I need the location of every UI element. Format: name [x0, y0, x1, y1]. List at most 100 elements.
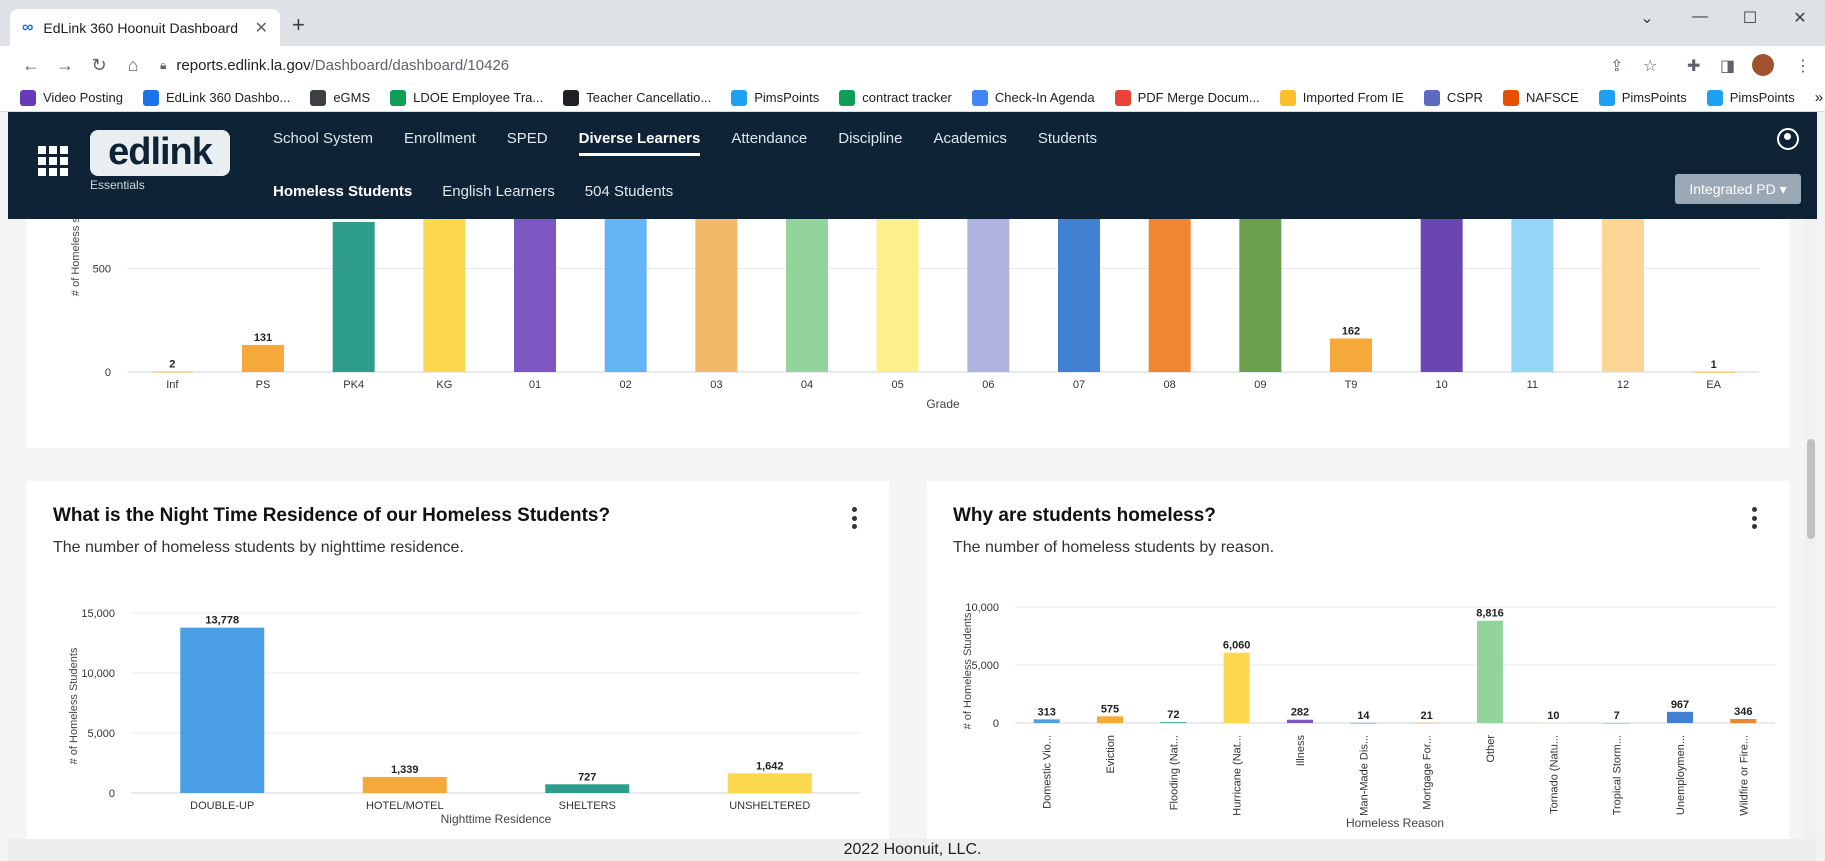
main-nav-discipline[interactable]: Discipline [838, 130, 902, 156]
data-label: 8,816 [1476, 608, 1504, 620]
edlink-favicon-icon: ∞ [22, 18, 34, 36]
maximize-button[interactable]: ☐ [1735, 8, 1765, 28]
x-tick-label: 01 [529, 379, 541, 391]
app-header: edlink Essentials School System Enrollmen… [8, 112, 1817, 219]
x-tick-label: Other [1485, 735, 1497, 763]
side-panel-icon[interactable]: ◨ [1720, 56, 1735, 76]
bar [362, 776, 447, 793]
bookmark-item[interactable]: EdLink 360 Dashbo... [143, 89, 290, 106]
browser-menu-icon[interactable]: ⋮ [1795, 56, 1811, 76]
data-label: 10 [1547, 710, 1559, 722]
x-tick-label: 03 [710, 379, 722, 391]
bookmark-item[interactable]: Video Posting [20, 89, 123, 106]
browser-tab[interactable]: ∞ EdLink 360 Hoonuit Dashboard ✕ [10, 9, 280, 46]
url-host: reports.edlink.la.gov [176, 56, 311, 74]
main-nav-attendance[interactable]: Attendance [731, 130, 807, 156]
x-tick-label: 02 [620, 379, 632, 391]
night-residence-bar-chart: 0 5,000 10,000 15,000 13,778 DOUBLE-UP 1,339 HO… [68, 608, 861, 826]
bar [1287, 719, 1313, 723]
main-navigation: School System Enrollment SPED Diverse Learn… [273, 130, 1128, 156]
dashboard-content: 05002Inf131PS725PK4KG010203041,28305061,… [8, 219, 1804, 839]
bookmark-star-icon[interactable]: ☆ [1643, 56, 1657, 76]
bar [1540, 722, 1567, 724]
address-bar[interactable]: 🔒︎ reports.edlink.la.gov/Dashboard/dashb… [160, 50, 1660, 80]
new-tab-button[interactable]: + [292, 12, 305, 38]
page-scrollbar[interactable] [1804, 219, 1817, 839]
bookmark-item[interactable]: Check-In Agenda [971, 89, 1095, 106]
minimize-button[interactable]: — [1685, 8, 1715, 26]
back-arrow-icon[interactable]: ← [14, 55, 48, 76]
tab-search-chevron-icon[interactable]: ⌄ [1632, 8, 1662, 28]
bookmark-item[interactable]: PimsPoints [1598, 89, 1687, 106]
reload-icon[interactable]: ↻ [82, 55, 116, 76]
bookmark-favicon-icon [143, 89, 159, 106]
share-icon[interactable]: ⇪ [1610, 56, 1623, 76]
x-tick-label: PS [256, 379, 271, 391]
main-nav-sped[interactable]: SPED [507, 130, 548, 156]
extensions-puzzle-icon[interactable]: ✚ [1687, 56, 1700, 76]
x-axis-label: Nighttime Residence [441, 812, 552, 826]
logo-subtitle: Essentials [90, 178, 145, 192]
bookmark-item[interactable]: PDF Merge Docum... [1114, 89, 1260, 106]
lock-icon[interactable]: 🔒︎ [160, 58, 166, 73]
sub-nav-homeless-students[interactable]: Homeless Students [273, 183, 412, 200]
bookmark-favicon-icon [731, 89, 748, 106]
close-window-button[interactable]: ✕ [1785, 8, 1815, 28]
bar [1511, 219, 1554, 372]
x-tick-label: HOTEL/MOTEL [366, 800, 444, 812]
bookmark-item[interactable]: eGMS [310, 89, 371, 106]
sub-nav-english-learners[interactable]: English Learners [442, 183, 555, 200]
x-tick-label: Unemploymen... [1675, 735, 1687, 815]
bookmark-item[interactable]: Teacher Cancellatio... [563, 89, 711, 106]
edlink-logo[interactable]: edlink [90, 130, 230, 176]
main-nav-academics[interactable]: Academics [933, 130, 1006, 156]
data-label: 727 [578, 771, 596, 783]
main-nav-students[interactable]: Students [1038, 130, 1097, 156]
bookmark-favicon-icon [1706, 89, 1723, 106]
user-account-icon[interactable] [1777, 128, 1799, 150]
close-tab-icon[interactable]: ✕ [255, 18, 268, 38]
grade-bar-chart: 05002Inf131PS725PK4KG010203041,28305061,… [70, 219, 1759, 411]
data-label: 346 [1734, 706, 1752, 718]
apps-grid-icon[interactable] [38, 146, 68, 176]
data-label: 131 [254, 332, 272, 344]
bar [151, 371, 194, 373]
sub-nav-504-students[interactable]: 504 Students [585, 183, 673, 200]
main-nav-diverse-learners[interactable]: Diverse Learners [578, 130, 701, 156]
data-label: 1,642 [756, 760, 784, 772]
bar [1223, 652, 1250, 723]
x-tick-label: Wildfire or Fire... [1738, 735, 1750, 816]
scrollbar-thumb[interactable] [1807, 439, 1815, 539]
bar [1667, 711, 1693, 723]
x-tick-label: Hurricane (Nat... [1232, 735, 1244, 816]
x-tick-label: DOUBLE-UP [190, 800, 254, 812]
bookmark-label: PimsPoints [1729, 90, 1795, 105]
bookmark-item[interactable]: PimsPoints [731, 89, 819, 106]
bookmark-item[interactable]: CSPR [1423, 89, 1483, 106]
integrated-pd-dropdown[interactable]: Integrated PD ▾ [1675, 174, 1801, 204]
data-label: 313 [1037, 706, 1055, 718]
forward-arrow-icon[interactable]: → [48, 55, 82, 76]
x-tick-label: Inf [166, 379, 179, 391]
bar [1477, 620, 1503, 723]
profile-avatar[interactable] [1752, 54, 1774, 76]
main-nav-enrollment[interactable]: Enrollment [404, 130, 476, 156]
bookmark-item[interactable]: PimsPoints [1706, 89, 1795, 106]
x-tick-label: Man-Made Dis... [1358, 735, 1370, 816]
bookmarks-overflow-button[interactable]: » [1815, 89, 1823, 106]
bookmark-item[interactable]: contract tracker [839, 89, 952, 106]
bar [1730, 718, 1757, 723]
bookmark-item[interactable]: LDOE Employee Tra... [390, 89, 543, 106]
bookmark-label: CSPR [1446, 90, 1483, 105]
bookmark-item[interactable]: Imported From IE [1279, 89, 1404, 106]
bookmark-item[interactable]: NAFSCE [1502, 89, 1579, 106]
url-path: /Dashboard/dashboard/10426 [310, 56, 510, 74]
home-icon[interactable]: ⌂ [116, 55, 150, 76]
bookmark-label: eGMS [333, 90, 371, 105]
main-nav-school-system[interactable]: School System [273, 130, 373, 156]
bar [1097, 716, 1123, 723]
bar [332, 221, 375, 372]
y-axis-label: # of Homeless stud [70, 219, 82, 296]
data-label: 72 [1167, 709, 1179, 721]
x-tick-label: Tornado (Natu... [1548, 735, 1560, 814]
